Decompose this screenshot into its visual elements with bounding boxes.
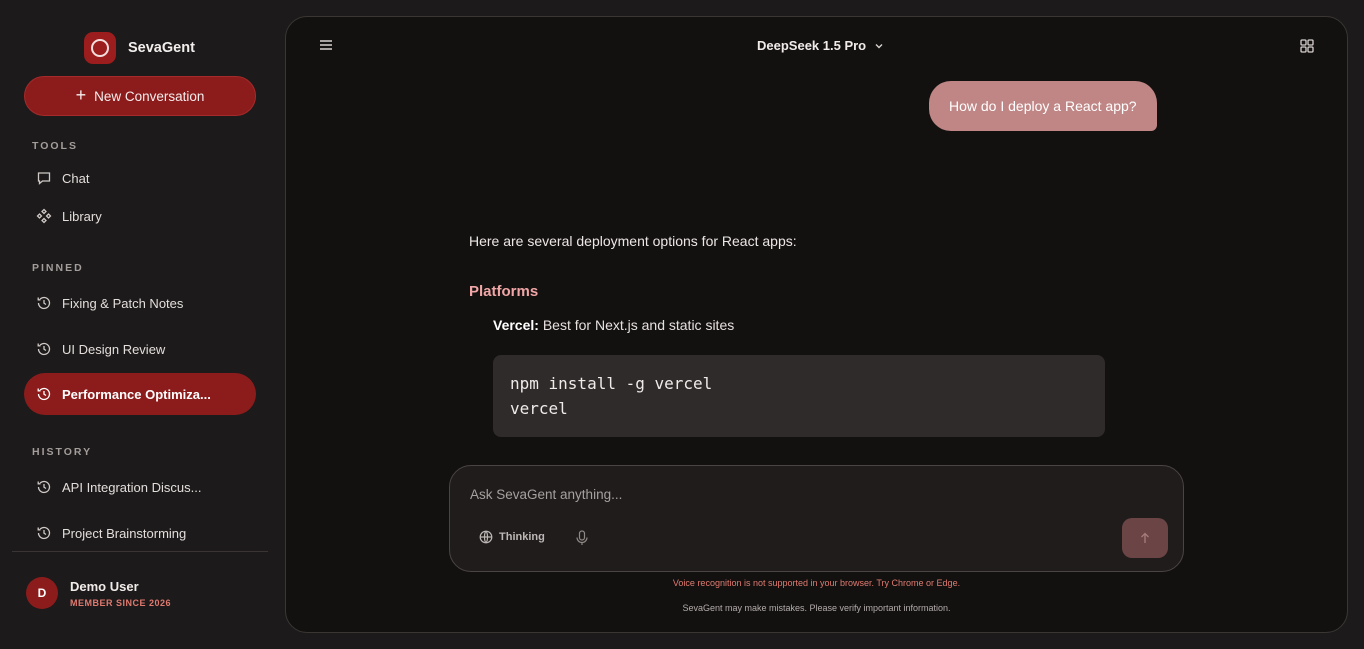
history-icon — [37, 342, 51, 356]
sidebar-item-label: Project Brainstorming — [62, 525, 187, 541]
sidebar-item-chat[interactable]: Chat — [24, 157, 256, 199]
chat-icon — [37, 172, 51, 185]
message-composer: Thinking — [449, 465, 1184, 572]
code-line: npm install -g vercel — [510, 374, 713, 393]
reply-intro: Here are several deployment options for … — [469, 233, 797, 249]
pinned-item-performance-optimization[interactable]: Performance Optimiza... — [24, 373, 256, 415]
brand-logo-icon — [84, 32, 116, 64]
library-icon — [36, 208, 52, 224]
voice-warning: Voice recognition is not supported in yo… — [672, 578, 961, 588]
reply-item-description: Best for Next.js and static sites — [538, 317, 735, 333]
model-selector[interactable]: DeepSeek 1.5 Pro — [757, 38, 884, 53]
pinned-section-label: PINNED — [32, 262, 84, 274]
send-button[interactable] — [1122, 518, 1168, 558]
reply-heading: Platforms — [469, 283, 539, 300]
sidebar-divider — [12, 551, 268, 552]
sidebar: SevaGent + New Conversation TOOLS Chat L… — [0, 0, 280, 649]
model-name: DeepSeek 1.5 Pro — [757, 38, 867, 53]
history-section-label: HISTORY — [32, 446, 93, 458]
message-input[interactable] — [470, 484, 1110, 504]
history-item-api-integration[interactable]: API Integration Discus... — [24, 466, 256, 508]
thinking-label: Thinking — [499, 531, 545, 543]
user-profile[interactable]: D Demo User MEMBER SINCE 2026 — [26, 577, 171, 609]
sidebar-item-label: Chat — [62, 170, 90, 186]
pinned-item-ui-design-review[interactable]: UI Design Review — [24, 328, 256, 370]
plus-icon: + — [75, 85, 87, 105]
disclaimer: SevaGent may make mistakes. Please verif… — [682, 603, 951, 613]
arrow-up-icon — [1141, 532, 1149, 543]
new-conversation-label: New Conversation — [94, 88, 205, 104]
chevron-down-icon — [875, 43, 883, 48]
reply-list-item: Vercel: Best for Next.js and static site… — [493, 317, 734, 333]
pinned-item-fixing-patch-notes[interactable]: Fixing & Patch Notes — [24, 282, 256, 324]
sidebar-item-label: Fixing & Patch Notes — [62, 295, 184, 311]
tools-section-label: TOOLS — [32, 140, 78, 152]
reply-item-term: Vercel: — [493, 317, 539, 333]
grid-icon[interactable] — [1299, 38, 1315, 54]
user-message: How do I deploy a React app? — [929, 81, 1157, 131]
brand: SevaGent — [84, 32, 195, 64]
avatar: D — [26, 577, 58, 609]
globe-icon — [479, 530, 493, 544]
sidebar-item-label: Library — [62, 208, 102, 224]
history-icon — [37, 526, 51, 540]
code-block: npm install -g vercel vercel — [493, 355, 1105, 437]
assistant-reply: Here are several deployment options for … — [469, 233, 1109, 437]
user-name: Demo User — [70, 578, 139, 594]
sidebar-item-label: UI Design Review — [62, 341, 166, 357]
new-conversation-button[interactable]: + New Conversation — [24, 76, 256, 116]
history-icon — [37, 387, 51, 401]
chat-panel: DeepSeek 1.5 Pro How do I deploy a React… — [285, 16, 1348, 633]
user-member-since: MEMBER SINCE 2026 — [70, 597, 172, 608]
sidebar-item-label: Performance Optimiza... — [62, 386, 211, 402]
sidebar-item-label: API Integration Discus... — [62, 479, 202, 495]
history-icon — [37, 480, 51, 494]
microphone-icon[interactable] — [575, 530, 589, 546]
sidebar-item-library[interactable]: Library — [24, 195, 256, 237]
menu-icon[interactable] — [318, 37, 334, 53]
history-item-project-brainstorming[interactable]: Project Brainstorming — [24, 512, 256, 554]
history-icon — [37, 296, 51, 310]
code-line: vercel — [510, 399, 568, 418]
brand-name: SevaGent — [128, 40, 195, 56]
thinking-toggle[interactable]: Thinking — [479, 530, 545, 544]
